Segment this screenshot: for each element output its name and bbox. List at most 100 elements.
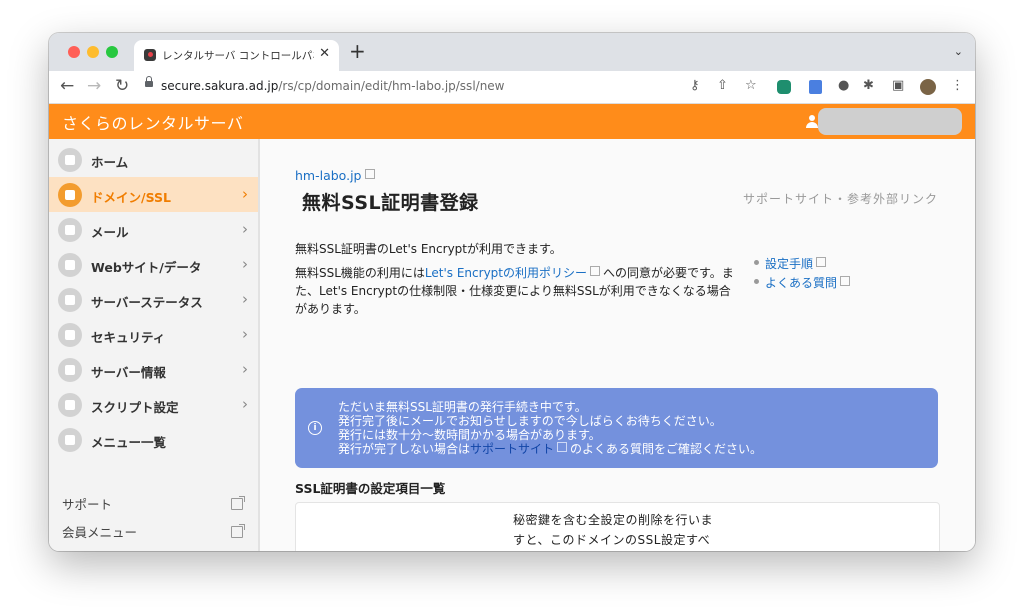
- tab-strip: レンタルサーバ コントロールパネル ✕ + ⌄: [49, 33, 975, 71]
- home-icon: [58, 148, 82, 172]
- browser-tab[interactable]: レンタルサーバ コントロールパネル ✕: [134, 40, 339, 71]
- sidebar-item-script-settings[interactable]: スクリプト設定 ›: [49, 387, 258, 422]
- section-heading: SSL証明書の設定項目一覧: [295, 481, 446, 496]
- tab-search-chevron-icon[interactable]: ⌄: [954, 45, 963, 58]
- list-icon: [58, 428, 82, 452]
- microphone-icon[interactable]: ●: [838, 78, 849, 94]
- domain-link-label: hm-labo.jp: [295, 168, 362, 183]
- external-link-icon: [840, 276, 851, 286]
- support-link-label: よくある質問: [765, 276, 838, 290]
- mail-icon: [58, 218, 82, 242]
- server-icon: [58, 358, 82, 382]
- intro-text-before: 無料SSL機能の利用には: [295, 266, 425, 280]
- sidebar-item-label: ドメイン/SSL: [91, 190, 171, 205]
- notice-line: 発行完了後にメールでお知らせしますので今しばらくお待ちください。: [338, 414, 722, 428]
- domain-link[interactable]: hm-labo.jp: [295, 168, 378, 183]
- external-link-icon: [231, 524, 245, 538]
- chevron-right-icon: ›: [242, 325, 248, 343]
- notice-text-before: 発行が完了しない場合は: [338, 442, 471, 456]
- info-icon: i: [308, 421, 322, 435]
- globe-icon: [58, 253, 82, 277]
- support-link-faq[interactable]: よくある質問: [753, 274, 853, 291]
- new-tab-button[interactable]: +: [349, 41, 366, 61]
- translate-icon[interactable]: [809, 80, 822, 94]
- url-host: secure.sakura.ad.jp: [161, 79, 279, 93]
- notice-text: ただいま無料SSL証明書の発行手続き中です。 発行完了後にメールでお知らせします…: [338, 400, 762, 456]
- sidebar-item-security[interactable]: セキュリティ ›: [49, 317, 258, 352]
- support-site-link[interactable]: サポートサイト: [470, 442, 554, 456]
- maximize-window-button[interactable]: [106, 46, 118, 58]
- info-notice: i ただいま無料SSL証明書の発行手続き中です。 発行完了後にメールでお知らせし…: [295, 388, 938, 468]
- profile-avatar[interactable]: [920, 79, 936, 95]
- sidebar-item-server-info[interactable]: サーバー情報 ›: [49, 352, 258, 387]
- sidepanel-icon[interactable]: ▣: [892, 78, 904, 94]
- sidebar-item-mail[interactable]: メール ›: [49, 212, 258, 247]
- external-link-icon: [231, 496, 245, 510]
- sidebar-item-label: Webサイト/データ: [91, 260, 202, 275]
- domain-icon: [58, 183, 82, 207]
- sidebar-item-label: メニュー一覧: [91, 435, 167, 450]
- script-icon: [58, 393, 82, 417]
- sidebar-link-support[interactable]: サポート: [62, 494, 112, 513]
- site-header: さくらのレンタルサーバ: [49, 104, 975, 139]
- chevron-right-icon: ›: [242, 395, 248, 413]
- forward-button[interactable]: →: [87, 77, 101, 95]
- account-menu-button[interactable]: [818, 108, 962, 135]
- sidebar-item-label: スクリプト設定: [91, 400, 179, 415]
- intro-paragraph: 無料SSL機能の利用にはLet's Encryptの利用ポリシー への同意が必要で…: [295, 264, 735, 318]
- url-path: /rs/cp/domain/edit/hm-labo.jp/ssl/new: [278, 79, 505, 93]
- sidebar-item-menu-list[interactable]: メニュー一覧: [49, 422, 258, 457]
- sidebar-item-website-data[interactable]: Webサイト/データ ›: [49, 247, 258, 282]
- support-link-label: 設定手順: [765, 257, 814, 271]
- notice-text-after: のよくある質問をご確認ください。: [570, 442, 763, 456]
- site-favicon-icon: [144, 49, 156, 61]
- reload-button[interactable]: ↻: [115, 77, 129, 95]
- external-link-icon: [557, 442, 568, 452]
- share-icon[interactable]: ⇧: [717, 78, 728, 94]
- delete-settings-warning: 秘密鍵を含む全設定の削除を行いますと、このドメインのSSL設定すべてが削除されま…: [513, 513, 714, 547]
- intro-text: 無料SSL証明書のLet's Encryptが利用できます。 無料SSL機能の利…: [295, 240, 735, 324]
- external-link-icon: [816, 257, 827, 267]
- chevron-right-icon: ›: [242, 360, 248, 378]
- key-icon[interactable]: ⚷: [690, 78, 700, 94]
- main-content: hm-labo.jp 無料SSL証明書登録 サポートサイト・参考外部リンク 設定…: [260, 139, 975, 551]
- lock-icon: [58, 323, 82, 347]
- chevron-right-icon: ›: [242, 255, 248, 273]
- support-links-heading: サポートサイト・参考外部リンク: [743, 192, 939, 206]
- lets-encrypt-policy-link[interactable]: Let's Encryptの利用ポリシー: [425, 266, 587, 280]
- browser-toolbar: ← → ↻ secure.sakura.ad.jp/rs/cp/domain/e…: [49, 71, 975, 104]
- tab-close-icon[interactable]: ✕: [319, 46, 330, 61]
- browser-window: レンタルサーバ コントロールパネル ✕ + ⌄ ← → ↻ secure.sak…: [49, 33, 975, 551]
- extension-green-icon[interactable]: [777, 80, 791, 94]
- tab-title: レンタルサーバ コントロールパネル: [162, 50, 314, 62]
- sidebar-item-label: サーバー情報: [91, 365, 166, 380]
- minimize-window-button[interactable]: [87, 46, 99, 58]
- external-link-icon: [364, 169, 375, 179]
- notice-line: 発行が完了しない場合はサポートサイト のよくある質問をご確認ください。: [338, 442, 762, 456]
- chevron-right-icon: ›: [242, 185, 248, 203]
- sidebar-item-home[interactable]: ホーム: [49, 142, 258, 177]
- notice-line: 発行には数十分～数時間かかる場合があります。: [338, 428, 601, 442]
- puzzle-icon[interactable]: ✱: [863, 78, 874, 94]
- notice-line: ただいま無料SSL証明書の発行手続き中です。: [338, 400, 587, 414]
- support-link-setup-steps[interactable]: 設定手順: [753, 255, 829, 272]
- sidebar-item-domain-ssl[interactable]: ドメイン/SSL ›: [49, 177, 258, 212]
- sidebar-item-label: セキュリティ: [91, 330, 166, 345]
- brand-logo[interactable]: さくらのレンタルサーバ: [62, 110, 243, 134]
- chevron-right-icon: ›: [242, 290, 248, 308]
- settings-card: 秘密鍵を含む全設定の削除を行いますと、このドメインのSSL設定すべてが削除されま…: [295, 502, 940, 551]
- external-link-icon: [590, 266, 600, 276]
- close-window-button[interactable]: [68, 46, 80, 58]
- more-vert-icon[interactable]: ⋮: [951, 78, 964, 94]
- sidebar: ホーム ドメイン/SSL › メール › Webサイト/データ › サーバーステ…: [49, 139, 260, 551]
- page-title: 無料SSL証明書登録: [302, 192, 479, 214]
- chevron-right-icon: ›: [242, 220, 248, 238]
- sidebar-item-label: ホーム: [91, 155, 129, 170]
- lock-icon[interactable]: [145, 76, 153, 87]
- star-icon[interactable]: ☆: [745, 78, 757, 94]
- address-bar[interactable]: secure.sakura.ad.jp/rs/cp/domain/edit/hm…: [161, 79, 505, 93]
- sidebar-link-member-menu[interactable]: 会員メニュー: [62, 522, 137, 541]
- user-icon: [806, 115, 818, 129]
- back-button[interactable]: ←: [60, 77, 74, 95]
- sidebar-item-server-status[interactable]: サーバーステータス ›: [49, 282, 258, 317]
